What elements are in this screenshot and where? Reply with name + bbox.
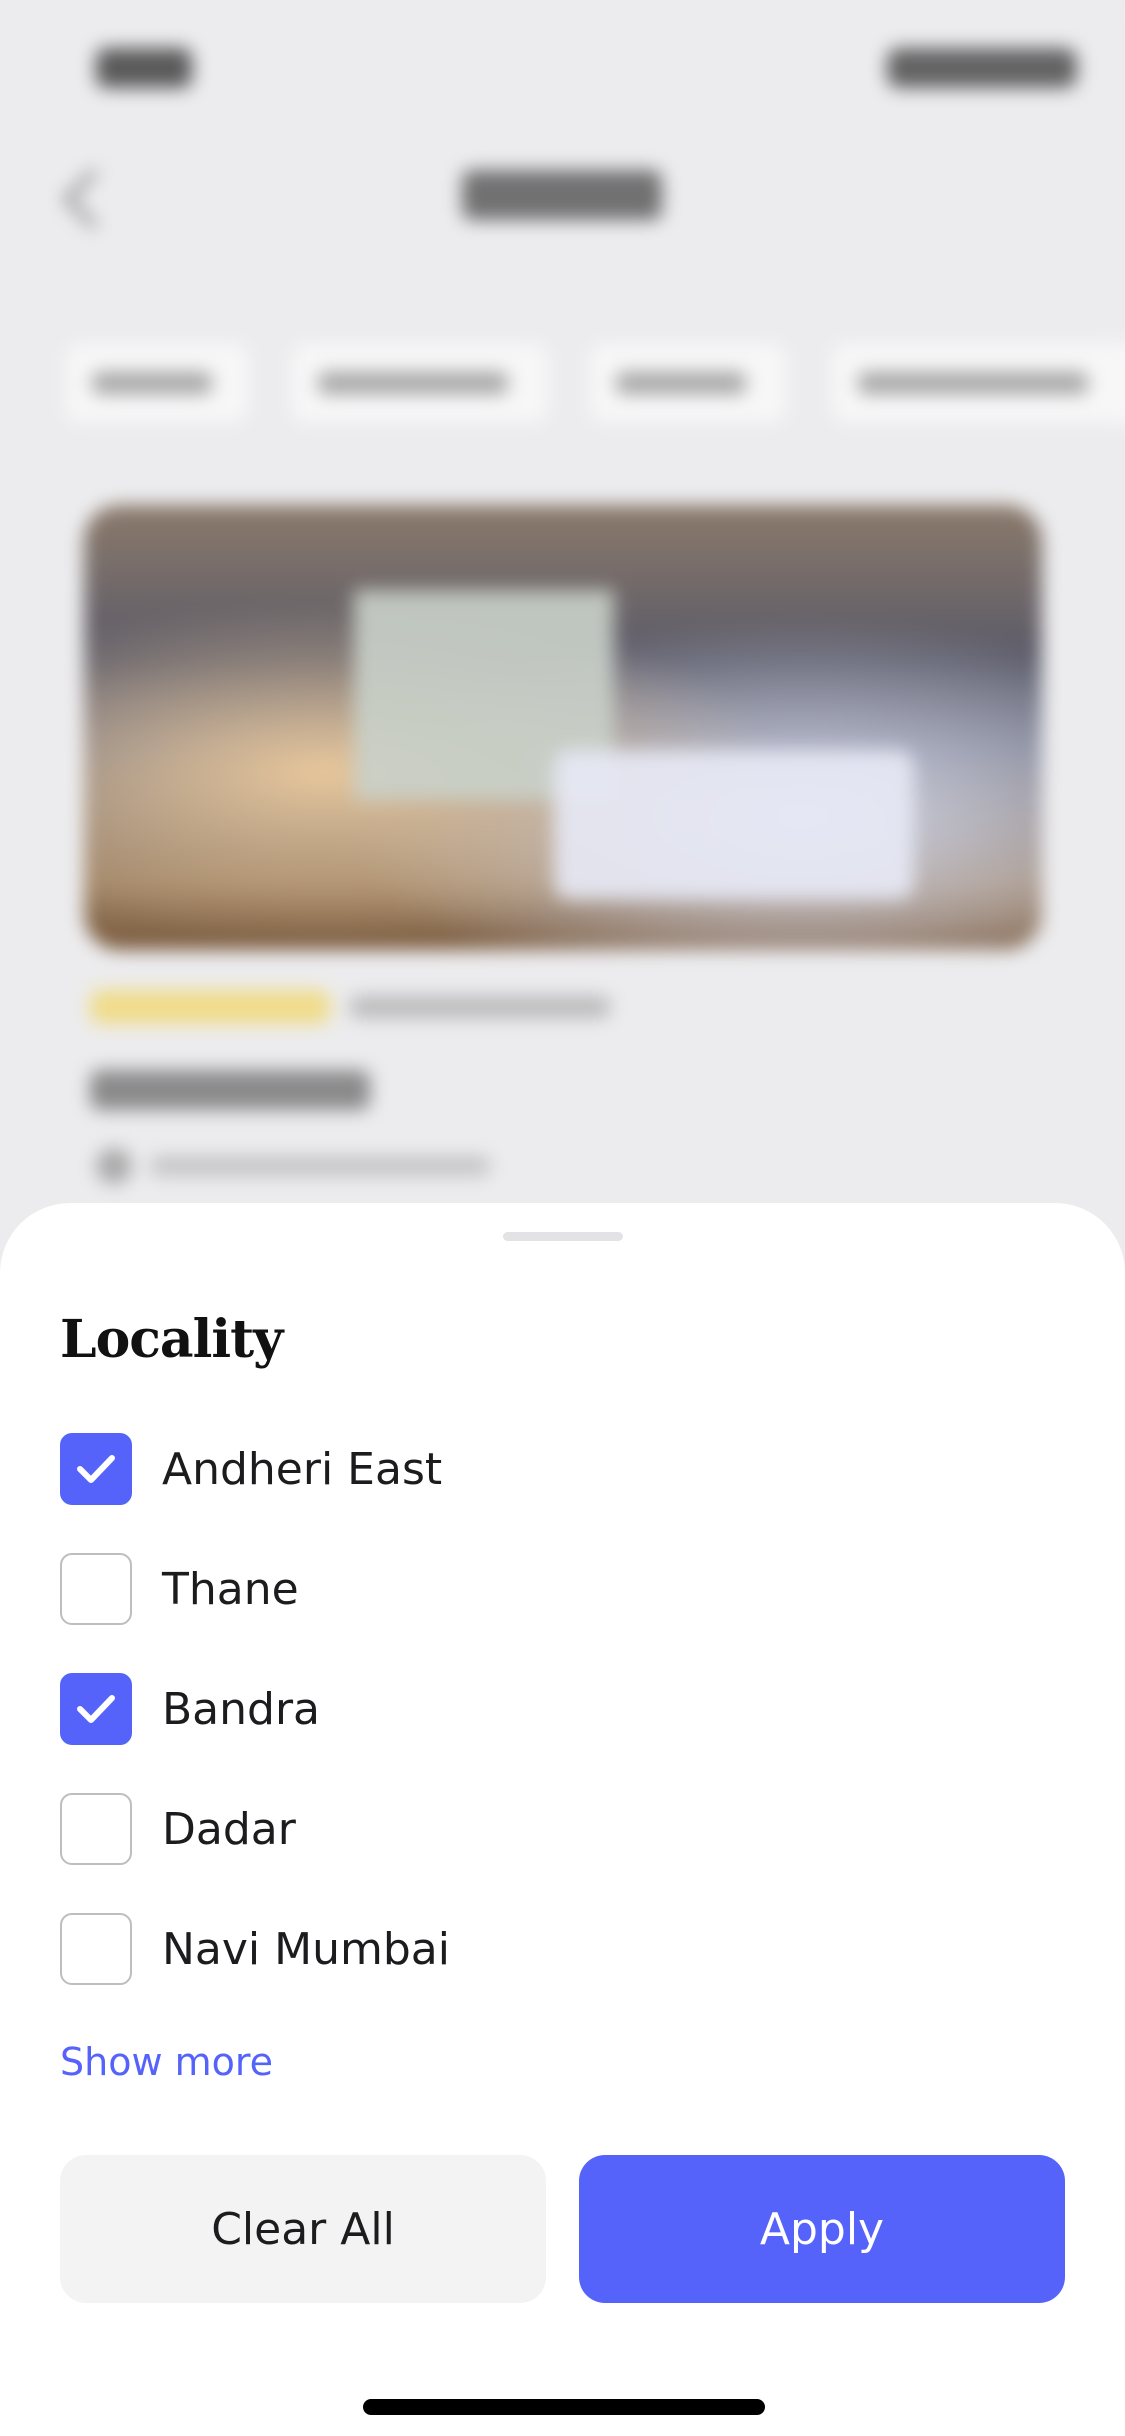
hotel-name	[90, 1070, 370, 1110]
option-label: Thane	[162, 1563, 299, 1615]
checkbox-unchecked[interactable]	[60, 1913, 132, 1985]
screen: Locality Andheri East Thane Bandra Dadar…	[0, 0, 1125, 2436]
checkmark-icon	[77, 1455, 115, 1483]
option-label: Bandra	[162, 1683, 321, 1735]
hotel-location	[150, 1156, 490, 1176]
status-bar-icons	[887, 48, 1077, 88]
locality-option-bandra[interactable]: Bandra	[60, 1673, 760, 1745]
checkbox-unchecked[interactable]	[60, 1553, 132, 1625]
page-title	[462, 170, 662, 220]
locality-option-andheri-east[interactable]: Andheri East	[60, 1433, 760, 1505]
option-label: Navi Mumbai	[162, 1923, 450, 1975]
hotel-image	[84, 505, 1042, 950]
filter-chip	[62, 340, 252, 426]
clear-all-button[interactable]: Clear All	[60, 2155, 546, 2303]
show-more-link[interactable]: Show more	[60, 2040, 273, 2084]
locality-option-dadar[interactable]: Dadar	[60, 1793, 760, 1865]
rating-text	[350, 996, 610, 1018]
filter-chip-category	[828, 340, 1125, 426]
checkbox-unchecked[interactable]	[60, 1793, 132, 1865]
home-indicator[interactable]	[363, 2399, 765, 2415]
filter-chip-locality	[288, 340, 552, 426]
checkmark-icon	[77, 1695, 115, 1723]
locality-filter-sheet: Locality Andheri East Thane Bandra Dadar…	[0, 1203, 1125, 2436]
rating-stars	[90, 990, 330, 1024]
apply-button[interactable]: Apply	[579, 2155, 1065, 2303]
option-label: Andheri East	[162, 1443, 443, 1495]
checkbox-checked[interactable]	[60, 1433, 132, 1505]
sheet-grabber-handle[interactable]	[503, 1232, 623, 1241]
back-arrow-icon	[63, 169, 123, 229]
checkbox-checked[interactable]	[60, 1673, 132, 1745]
location-pin-icon	[96, 1148, 132, 1184]
filter-chip-price	[586, 340, 790, 426]
status-bar-time	[96, 48, 192, 88]
sheet-title: Locality	[60, 1309, 283, 1370]
locality-option-navi-mumbai[interactable]: Navi Mumbai	[60, 1913, 760, 1985]
option-label: Dadar	[162, 1803, 296, 1855]
locality-option-thane[interactable]: Thane	[60, 1553, 760, 1625]
